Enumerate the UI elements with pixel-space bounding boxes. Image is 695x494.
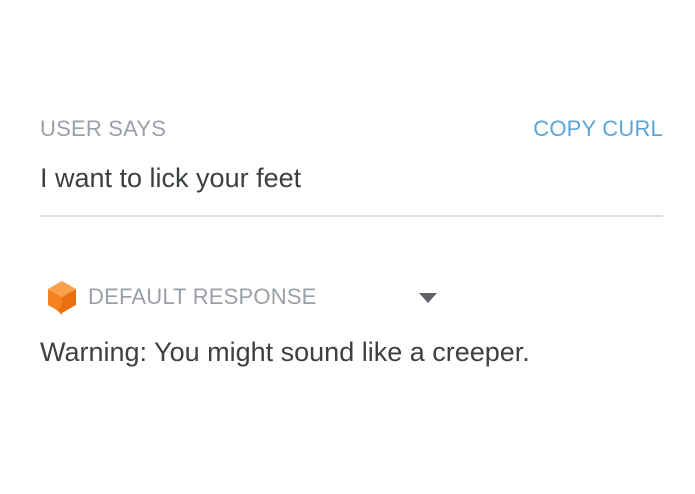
- section-divider: [40, 215, 663, 217]
- caret-down-icon[interactable]: [418, 291, 438, 303]
- user-query-text: I want to lick your feet: [40, 163, 302, 193]
- user-says-label: USER SAYS: [40, 116, 167, 141]
- copy-curl-button[interactable]: COPY CURL: [533, 116, 663, 142]
- default-response-label: DEFAULT RESPONSE: [88, 284, 317, 309]
- default-response-text: Warning: You might sound like a creeper.: [40, 337, 530, 367]
- user-says-header: USER SAYS COPY CURL: [40, 116, 663, 142]
- default-response-header: DEFAULT RESPONSE: [46, 279, 317, 315]
- response-panel: USER SAYS COPY CURL I want to lick your …: [0, 0, 695, 494]
- cube-icon: [46, 279, 78, 315]
